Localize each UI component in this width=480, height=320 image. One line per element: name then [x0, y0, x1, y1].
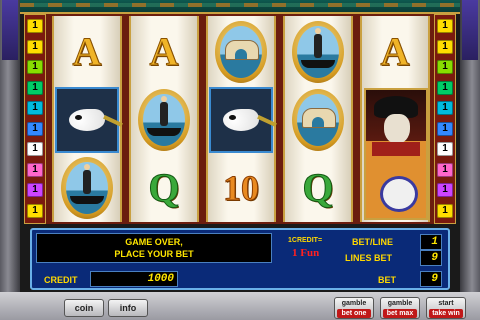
reel-1: A: [52, 16, 122, 222]
letter-a-symbol: A: [72, 29, 102, 74]
gamble-bet-max-top: gamble: [387, 300, 413, 307]
message-line-1: GAME OVER,: [125, 237, 183, 247]
lines-bet-label: LINES BET: [345, 253, 393, 263]
game-message: GAME OVER, PLACE YOUR BET: [36, 233, 272, 263]
reels-area: A A Q 10 Q A: [46, 14, 434, 224]
line-marker-right: 1: [437, 121, 453, 136]
gondolier-symbol: [285, 18, 351, 86]
bet-value: 9: [420, 271, 442, 287]
line-marker-left: 1: [27, 80, 43, 95]
credit-rate-label: 1CREDIT=: [288, 237, 323, 244]
line-marker-right: 1: [437, 19, 453, 33]
gamble-bet-max-bottom: bet max: [383, 309, 417, 318]
start-button[interactable]: start take win: [426, 297, 466, 319]
line-marker-left: 1: [27, 162, 43, 177]
coin-button[interactable]: coin: [64, 299, 104, 317]
gondolier-symbol: [54, 154, 120, 222]
line-markers-left: 1 1 1 1 1 1 1 1 1 1: [24, 14, 46, 224]
letter-q-symbol: Q: [148, 165, 180, 210]
line-marker-left: 1: [27, 203, 43, 218]
letter-a-symbol: A: [149, 29, 179, 74]
reel-3: 10: [206, 16, 276, 222]
reel-2: A Q: [129, 16, 199, 222]
gamble-bet-one-top: gamble: [341, 300, 367, 307]
rialto-bridge-symbol: [208, 18, 274, 86]
line-marker-right: 1: [437, 80, 453, 95]
mask-symbol: [54, 86, 120, 154]
bet-line-value: 1: [420, 234, 442, 250]
line-marker-left: 1: [27, 60, 43, 74]
start-bottom: take win: [429, 309, 463, 318]
line-marker-right: 1: [437, 101, 453, 115]
line-marker-left: 1: [27, 39, 43, 54]
info-button[interactable]: info: [108, 299, 148, 317]
venetian-couple-symbol: [364, 88, 428, 220]
start-top: start: [438, 300, 454, 307]
message-line-2: PLACE YOUR BET: [114, 249, 194, 259]
gondolier-symbol: [131, 86, 197, 154]
line-marker-right: 1: [437, 39, 453, 54]
letter-a-symbol: A: [380, 29, 410, 74]
line-marker-right: 1: [437, 142, 453, 156]
line-marker-right: 1: [437, 183, 453, 197]
credit-label: CREDIT: [44, 275, 78, 285]
reel-5: A: [360, 16, 430, 222]
line-marker-left: 1: [27, 142, 43, 156]
line-marker-right: 1: [437, 162, 453, 177]
line-marker-left: 1: [27, 121, 43, 136]
line-marker-right: 1: [437, 203, 453, 218]
cabinet-left-side: [0, 0, 20, 320]
line-marker-right: 1: [437, 60, 453, 74]
line-marker-left: 1: [27, 101, 43, 115]
line-markers-right: 1 1 1 1 1 1 1 1 1 1: [434, 14, 456, 224]
rialto-bridge-symbol: [285, 86, 351, 154]
lines-bet-value: 9: [420, 250, 442, 266]
credit-value: 1000: [90, 271, 178, 287]
line-marker-left: 1: [27, 183, 43, 197]
credit-rate-value: 1 Fun: [292, 247, 320, 259]
gamble-bet-one-button[interactable]: gamble bet one: [334, 297, 374, 319]
bet-line-label: BET/LINE: [352, 237, 394, 247]
cabinet-right-side: [460, 0, 480, 320]
reel-4: Q: [283, 16, 353, 222]
letter-q-symbol: Q: [302, 165, 334, 210]
ten-symbol: 10: [223, 168, 260, 208]
gamble-bet-one-bottom: bet one: [337, 309, 371, 318]
mask-symbol: [208, 86, 274, 154]
reel-top-frame: [20, 0, 460, 14]
line-marker-left: 1: [27, 19, 43, 33]
bet-label: BET: [378, 275, 396, 285]
gamble-bet-max-button[interactable]: gamble bet max: [380, 297, 420, 319]
